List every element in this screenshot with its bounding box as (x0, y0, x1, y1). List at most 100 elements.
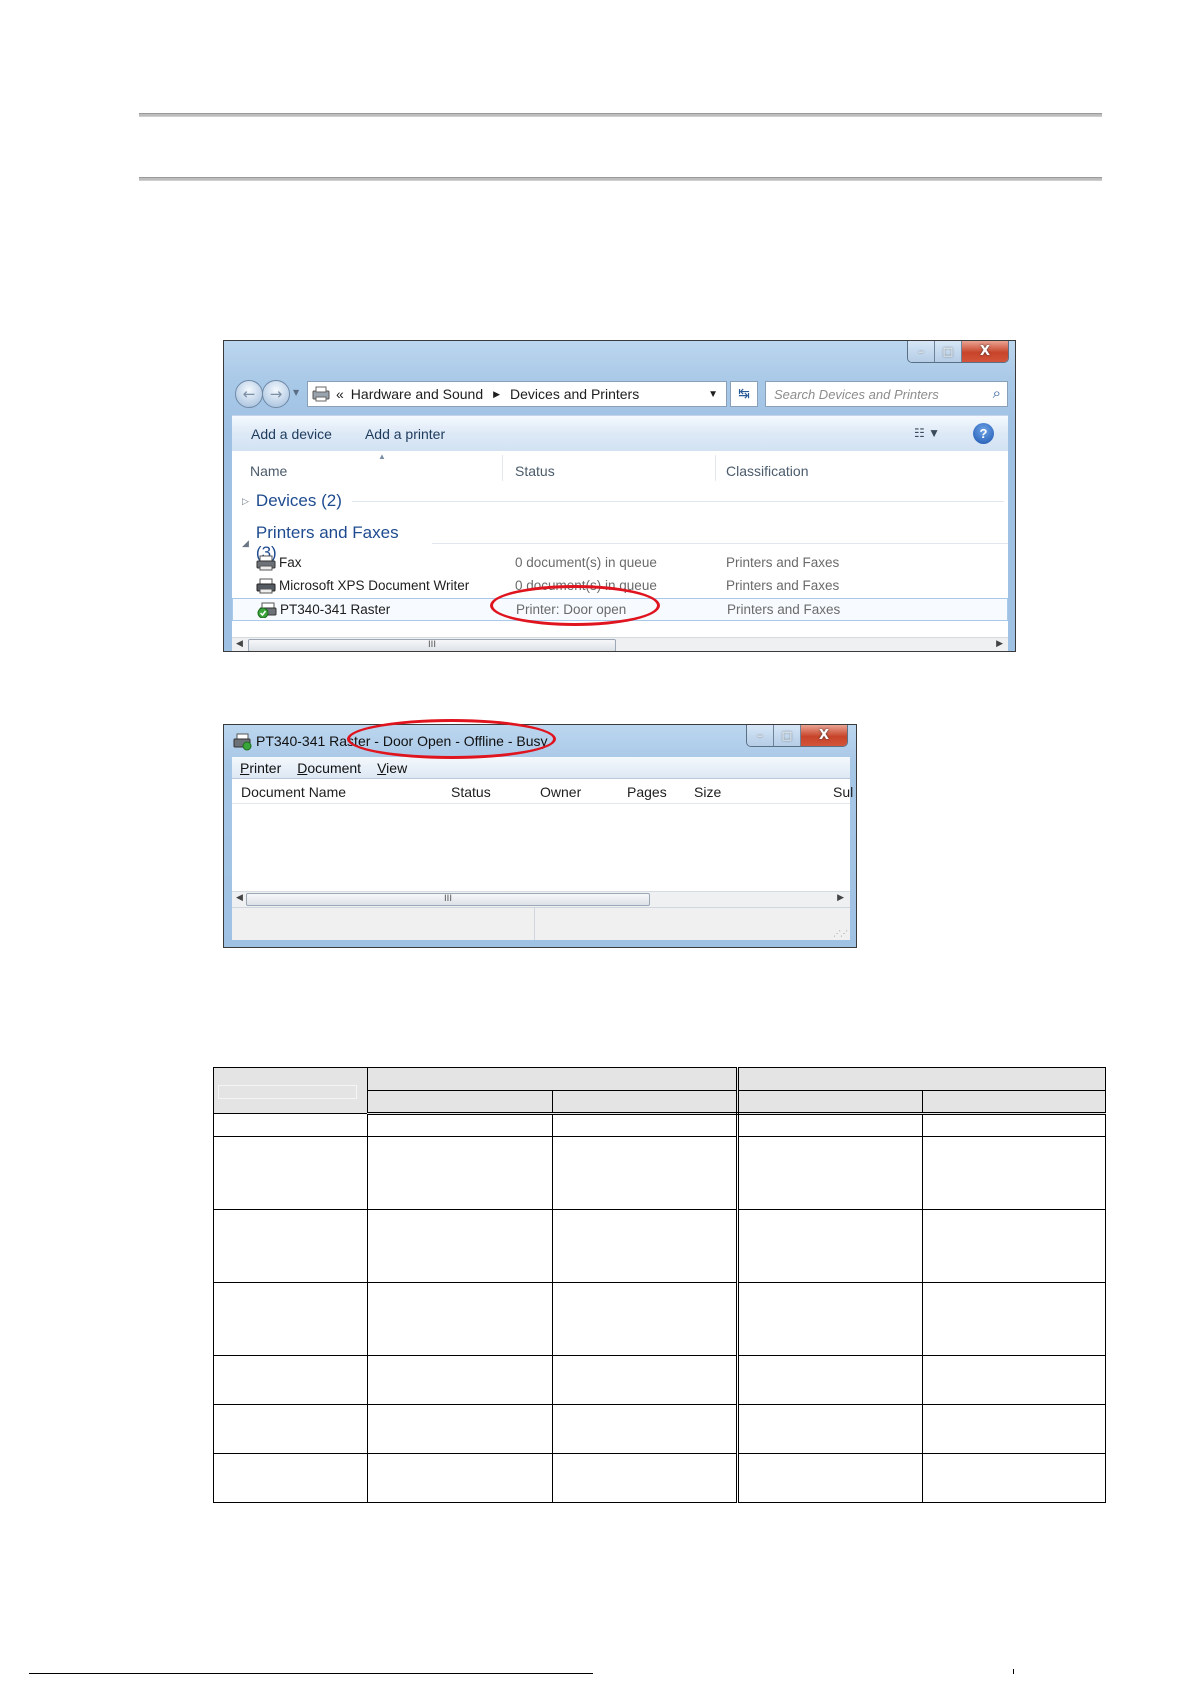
menu-printer[interactable]: Printer (240, 760, 281, 776)
printer-icon (256, 578, 276, 594)
table-group-header (367, 1067, 739, 1091)
column-header-name[interactable]: Name (250, 463, 287, 479)
table-subheader-cell (737, 1090, 923, 1115)
add-printer-button[interactable]: Add a printer (365, 426, 445, 442)
table-corner-cell (213, 1067, 368, 1114)
collapse-icon[interactable]: ◢ (242, 538, 249, 549)
recent-pages-dropdown-icon[interactable]: ▼ (293, 388, 299, 397)
window-controls: – □ X (746, 725, 848, 747)
list-item[interactable]: Fax 0 document(s) in queue Printers and … (232, 552, 1008, 575)
scroll-right-icon[interactable]: ▶ (996, 639, 1003, 649)
maximize-button[interactable]: □ (774, 725, 801, 746)
table-subheader-cell (552, 1090, 739, 1115)
maximize-button[interactable]: □ (935, 341, 962, 362)
breadcrumb-overflow-icon[interactable]: « (336, 386, 344, 402)
resize-grip-icon[interactable]: ⋰⋰ (833, 929, 848, 938)
window-controls: – □ X (907, 341, 1009, 363)
column-header-owner[interactable]: Owner (540, 784, 581, 800)
column-header-pages[interactable]: Pages (627, 784, 667, 800)
column-header-status[interactable]: Status (451, 784, 491, 800)
blank-table (213, 1067, 1106, 1503)
menu-document[interactable]: Document (297, 760, 361, 776)
scrollbar-thumb[interactable]: III (248, 639, 616, 651)
table-row (213, 1282, 1106, 1356)
refresh-button[interactable]: ↹ (730, 381, 758, 407)
device-classification: Printers and Faxes (727, 602, 841, 617)
fax-icon (256, 555, 276, 571)
navigation-bar: ← → ▼ « Hardware and Sound ▶ Devices and… (233, 379, 1008, 409)
minimize-button[interactable]: – (908, 341, 935, 362)
close-button[interactable]: X (962, 341, 1008, 362)
table-subheader-cell (922, 1090, 1106, 1115)
column-divider[interactable] (715, 455, 716, 481)
address-dropdown-icon[interactable]: ▼ (708, 389, 718, 400)
column-divider[interactable] (502, 455, 503, 481)
scroll-left-icon[interactable]: ◀ (236, 639, 243, 649)
search-box: ⌕ (765, 381, 1008, 407)
table-row (213, 1404, 1106, 1454)
table-row (213, 1209, 1106, 1283)
horizontal-scrollbar[interactable]: ◀ III ▶ (232, 637, 1008, 651)
close-button[interactable]: X (801, 725, 847, 746)
print-queue-window: PT340-341 Raster - Door Open - Offline -… (223, 724, 857, 948)
add-device-button[interactable]: Add a device (251, 426, 332, 442)
printer-icon (233, 733, 252, 751)
device-name: Fax (279, 555, 302, 570)
top-rule (139, 113, 1102, 117)
minimize-button[interactable]: – (747, 725, 774, 746)
forward-button[interactable]: → (262, 380, 290, 408)
group-devices-label: Devices (2) (255, 491, 342, 510)
breadcrumb-separator-icon[interactable]: ▶ (493, 389, 500, 400)
breadcrumb-hardware-and-sound[interactable]: Hardware and Sound (351, 386, 483, 402)
group-devices[interactable]: ▷ Devices (2) (242, 491, 1004, 511)
table-row (213, 1453, 1106, 1503)
command-bar: Add a device Add a printer ☷ ▼ ? (232, 415, 1008, 451)
refresh-icon: ↹ (738, 386, 750, 402)
help-icon[interactable]: ? (973, 423, 994, 444)
default-printer-icon (257, 602, 277, 618)
column-header-classification[interactable]: Classification (726, 463, 808, 479)
device-classification: Printers and Faxes (726, 555, 840, 570)
table-row (213, 1113, 1106, 1137)
expand-icon[interactable]: ▷ (242, 496, 249, 507)
forward-arrow-icon: → (269, 385, 283, 403)
device-status: 0 document(s) in queue (515, 555, 657, 570)
table-group-header (737, 1067, 1106, 1091)
status-bar: ⋰⋰ (232, 907, 850, 940)
scroll-right-icon[interactable]: ▶ (837, 893, 844, 903)
column-header-row: ▲ Name Status Classification (232, 451, 1008, 485)
search-input[interactable] (766, 382, 966, 406)
sort-ascending-icon: ▲ (378, 452, 386, 461)
footer-rule (29, 1673, 593, 1674)
status-pane (232, 908, 535, 940)
menu-bar: Printer Document View (232, 757, 850, 779)
table-row (213, 1136, 1106, 1210)
title-highlight-circle (347, 719, 556, 759)
table-header-row (213, 1067, 1106, 1114)
table-subheader-cell (367, 1090, 553, 1115)
menu-view[interactable]: View (377, 760, 407, 776)
scroll-left-icon[interactable]: ◀ (236, 893, 243, 903)
change-view-icon[interactable]: ☷ ▼ (914, 426, 940, 440)
column-header-row: Document Name Status Owner Pages Size Su… (232, 779, 853, 804)
device-name: Microsoft XPS Document Writer (279, 578, 470, 593)
back-arrow-icon: ← (242, 385, 256, 403)
column-header-size[interactable]: Size (694, 784, 721, 800)
table-row (213, 1355, 1106, 1405)
address-bar[interactable]: « Hardware and Sound ▶ Devices and Print… (307, 381, 727, 407)
back-button[interactable]: ← (235, 380, 263, 408)
group-divider (431, 542, 1008, 544)
device-classification: Printers and Faxes (726, 578, 840, 593)
column-header-status[interactable]: Status (515, 463, 555, 479)
control-panel-icon (312, 386, 330, 402)
column-header-submitted[interactable]: Sul (833, 784, 853, 800)
status-highlight-circle (490, 585, 660, 626)
footer-mark (1013, 1669, 1014, 1674)
breadcrumb-devices-and-printers[interactable]: Devices and Printers (510, 386, 639, 402)
column-header-document-name[interactable]: Document Name (241, 784, 346, 800)
queue-list: Document Name Status Owner Pages Size Su… (232, 779, 853, 907)
horizontal-scrollbar[interactable]: ◀ III ▶ (232, 891, 850, 907)
search-icon[interactable]: ⌕ (993, 384, 1001, 402)
second-rule (139, 177, 1102, 181)
scrollbar-thumb[interactable]: III (246, 893, 650, 906)
